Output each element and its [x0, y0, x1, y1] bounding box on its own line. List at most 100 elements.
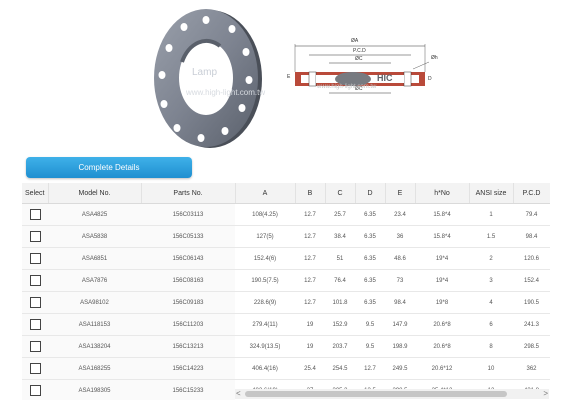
table-cell: 15.8*4	[415, 225, 469, 248]
table-cell: 6.35	[355, 291, 385, 314]
table-cell: 20.6*8	[415, 335, 469, 358]
table-cell: 12.7	[295, 291, 325, 314]
table-cell: 1.5	[469, 225, 513, 248]
table-cell: 51	[325, 247, 355, 270]
select-cell	[22, 203, 48, 226]
table-cell: 254.5	[325, 357, 355, 380]
table-row[interactable]: ASA4825 156C03113 108(4.25) 12.7 25.7 6.35 23.…	[22, 203, 550, 226]
table-cell: 6	[469, 313, 513, 336]
parts-table: Select Model No. Parts No. A B C D Eh*No ANSI si…	[22, 183, 550, 400]
flange-section-drawing: ØA P.C.D ØC Øh ØC E D HIC www.high-light…	[287, 38, 447, 100]
table-row[interactable]: ASA138204 156C13213 324.9(13.5) 19 203.7 9.5 1…	[22, 335, 550, 358]
table-cell: 98.4	[513, 225, 550, 248]
table-cell: 6.35	[355, 247, 385, 270]
table-cell: 127(5)	[235, 225, 295, 248]
table-cell: ASA5838	[48, 225, 141, 248]
table-cell: 19	[295, 313, 325, 336]
select-cell	[22, 225, 48, 248]
table-cell: 156C06143	[141, 247, 235, 270]
dim-e-label: E	[287, 74, 291, 80]
scroll-left-arrow-icon[interactable]: <	[236, 389, 241, 399]
select-cell	[22, 335, 48, 358]
table-cell: 249.5	[385, 357, 415, 380]
table-cell: 36	[385, 225, 415, 248]
table-cell: 79.4	[513, 203, 550, 226]
table-cell: ASA198305	[48, 379, 141, 400]
table-cell: 19	[295, 335, 325, 358]
table-cell: 9.5	[355, 313, 385, 336]
select-cell	[22, 313, 48, 336]
column-header: P.C.D	[513, 183, 550, 204]
section-drawing-svg	[294, 44, 430, 94]
flange-site-watermark: www.high-light.com.tw	[186, 88, 266, 97]
table-cell: 2	[469, 247, 513, 270]
table-cell: 156C15233	[141, 379, 235, 400]
table-cell: 101.8	[325, 291, 355, 314]
table-cell: 48.6	[385, 247, 415, 270]
table-cell: 9.5	[355, 335, 385, 358]
section-logo-watermark: HIC	[377, 73, 393, 83]
table-cell: ASA98102	[48, 291, 141, 314]
complete-details-button[interactable]: Complete Details	[26, 157, 192, 178]
table-cell: ASA7876	[48, 269, 141, 292]
scrollbar-thumb[interactable]	[245, 391, 507, 397]
horizontal-scrollbar[interactable]: < >	[235, 389, 549, 399]
table-body: ASA4825 156C03113 108(4.25) 12.7 25.7 6.35 23.…	[22, 203, 550, 400]
table-cell: 190.5	[513, 291, 550, 314]
table-row[interactable]: ASA118153 156C11203 279.4(11) 19 152.9 9.5 147…	[22, 313, 550, 336]
select-cell	[22, 247, 48, 270]
table-cell: 38.4	[325, 225, 355, 248]
row-select-checkbox[interactable]	[29, 363, 41, 374]
column-header: Select	[22, 183, 49, 204]
flange-drawing	[154, 9, 262, 148]
table-cell: 76.4	[325, 269, 355, 292]
scroll-right-arrow-icon[interactable]: >	[543, 389, 548, 399]
table-cell: 19*4	[415, 247, 469, 270]
table-row[interactable]: ASA98102 156C09183 228.6(9) 12.7 101.8 6.35 98…	[22, 291, 550, 314]
select-cell	[22, 357, 48, 380]
row-select-checkbox[interactable]	[29, 253, 41, 264]
column-header: E	[385, 183, 416, 204]
row-select-checkbox[interactable]	[29, 231, 41, 242]
table-cell: 19*8	[415, 291, 469, 314]
column-header: Model No.	[48, 183, 142, 204]
parts-table-container: Select Model No. Parts No. A B C D Eh*No ANSI si…	[22, 183, 550, 400]
table-cell: 156C14223	[141, 357, 235, 380]
flange-product-image: Lamp www.high-light.com.tw	[150, 8, 266, 150]
table-cell: 152.4(6)	[235, 247, 295, 270]
table-cell: 156C13213	[141, 335, 235, 358]
table-cell: 324.9(13.5)	[235, 335, 295, 358]
table-cell: 10	[469, 357, 513, 380]
table-row[interactable]: ASA6851 156C06143 152.4(6) 12.7 51 6.35 48.6 19…	[22, 247, 550, 270]
table-cell: 298.5	[513, 335, 550, 358]
table-cell: 6.35	[355, 269, 385, 292]
row-select-checkbox[interactable]	[29, 385, 41, 396]
table-cell: 198.9	[385, 335, 415, 358]
table-cell: ASA4825	[48, 203, 141, 226]
row-select-checkbox[interactable]	[29, 297, 41, 308]
dim-od-label: ØA	[351, 38, 359, 44]
row-select-checkbox[interactable]	[29, 209, 41, 220]
table-cell: 362	[513, 357, 550, 380]
table-cell: 147.9	[385, 313, 415, 336]
row-select-checkbox[interactable]	[29, 275, 41, 286]
column-header: Parts No.	[141, 183, 236, 204]
row-select-checkbox[interactable]	[29, 319, 41, 330]
table-row[interactable]: ASA7876 156C08163 190.5(7.5) 12.7 76.4 6.35 73…	[22, 269, 550, 292]
flange-brand-watermark: Lamp	[192, 67, 218, 78]
table-cell: 25.4	[295, 357, 325, 380]
table-cell: 25.7	[325, 203, 355, 226]
dim-c-top-label: ØC	[355, 56, 363, 62]
section-site-watermark: www.high-light.com.tw	[317, 84, 377, 90]
table-cell: 241.3	[513, 313, 550, 336]
table-cell: 4	[469, 291, 513, 314]
table-cell: 3	[469, 269, 513, 292]
table-row[interactable]: ASA5838 156C05133 127(5) 12.7 38.4 6.35 36 15.8…	[22, 225, 550, 248]
table-cell: 73	[385, 269, 415, 292]
table-cell: 152.4	[513, 269, 550, 292]
table-header-row: Select Model No. Parts No. A B C D Eh*No ANSI si…	[22, 183, 550, 204]
table-row[interactable]: ASA168255 156C14223 406.4(16) 25.4 254.5 12.7…	[22, 357, 550, 380]
row-select-checkbox[interactable]	[29, 341, 41, 352]
dim-h-label: Øh	[431, 55, 438, 61]
table-cell: 156C09183	[141, 291, 235, 314]
